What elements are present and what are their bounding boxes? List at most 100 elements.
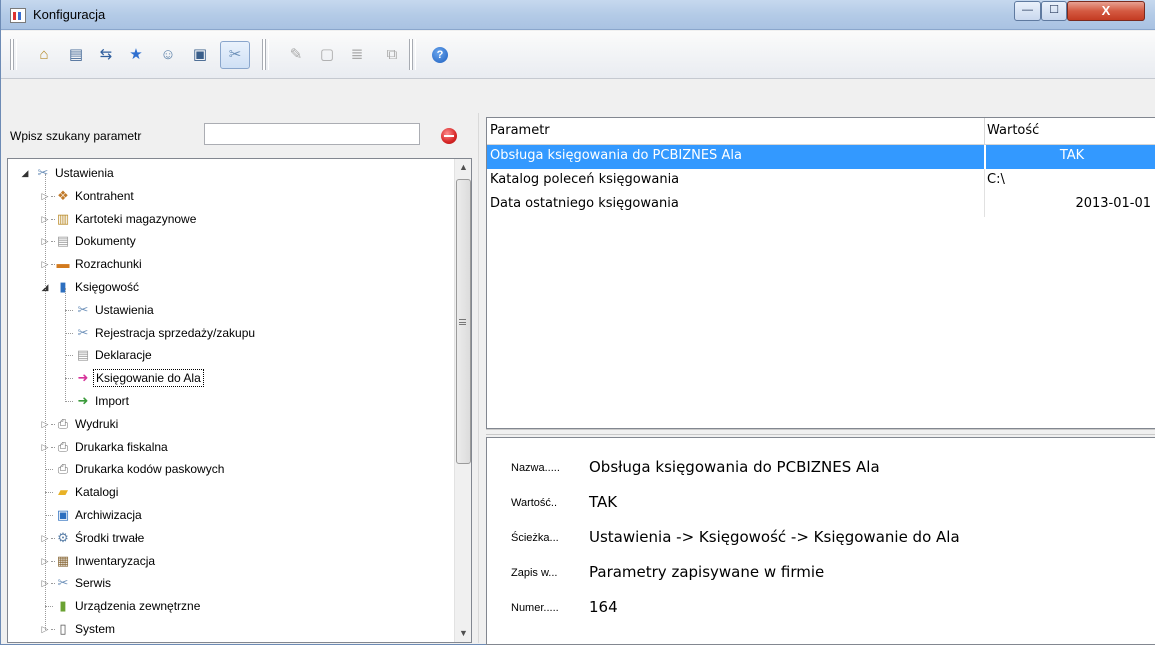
system-icon: ▯ bbox=[59, 620, 67, 636]
collapse-icon[interactable]: ◢ bbox=[19, 162, 31, 184]
transfer-icon[interactable]: ⇆ bbox=[95, 44, 117, 66]
tree-item[interactable]: ▷ ⎙ Drukarka fiskalna bbox=[8, 436, 454, 459]
tree-item[interactable]: ▷ ▯ System bbox=[8, 618, 454, 641]
edit-icon[interactable]: ✎ bbox=[285, 44, 307, 66]
tree-item[interactable]: ▷ ▬ Rozrachunki bbox=[8, 253, 454, 276]
app-icon bbox=[10, 8, 26, 23]
users-icon[interactable]: ☺ bbox=[157, 44, 179, 66]
detail-value: TAK bbox=[589, 493, 618, 511]
tree-item-label: Ustawienia bbox=[95, 302, 154, 317]
tree-item-label: System bbox=[75, 621, 116, 636]
toolbar-separator bbox=[265, 39, 269, 70]
tree-item[interactable]: ✂ Ustawienia bbox=[8, 299, 454, 322]
import-icon: ➜ bbox=[77, 392, 89, 408]
tree-item-label: Drukarka fiskalna bbox=[75, 439, 168, 454]
grid-row[interactable]: Obsługa księgowania do PCBIZNES Ala TAK bbox=[487, 145, 1155, 169]
tree-item-label: Środki trwałe bbox=[75, 530, 145, 545]
tools-icon[interactable]: ✂ bbox=[220, 41, 250, 69]
cell-separator bbox=[984, 169, 985, 193]
document-icon[interactable]: ▢ bbox=[316, 44, 338, 66]
search-input[interactable] bbox=[204, 123, 420, 145]
tree-item-label: Ustawienia bbox=[55, 166, 114, 180]
details-panel: Nazwa..... Obsługa księgowania do PCBIZNE… bbox=[486, 437, 1155, 645]
detail-value: 164 bbox=[589, 598, 618, 616]
tree-item[interactable]: ▷ ⚙ Środki trwałe bbox=[8, 527, 454, 550]
folder-icon: ▰ bbox=[58, 484, 68, 500]
window-title: Konfiguracja bbox=[33, 7, 106, 22]
tree-item[interactable]: ➜ Księgowanie do Ala bbox=[8, 367, 454, 390]
tree-item[interactable]: ▷ ✂ Serwis bbox=[8, 572, 454, 595]
server-icon[interactable]: ▣ bbox=[189, 44, 211, 66]
value-cell[interactable]: 2013-01-01 bbox=[987, 196, 1155, 211]
tree-item[interactable]: ▷ ▥ Kartoteki magazynowe bbox=[8, 208, 454, 231]
tree-item-label: Deklaracje bbox=[95, 348, 152, 363]
floppy-icon: ▣ bbox=[56, 506, 70, 522]
grid-row[interactable]: Katalog poleceń księgowania C:\ bbox=[487, 169, 1155, 193]
left-panel: Wpisz szukany parametr ◢ ✂ Ustawienia ▷ ❖ Kon… bbox=[5, 120, 474, 643]
help-icon[interactable]: ? bbox=[432, 47, 448, 63]
tree-item[interactable]: ▰ Katalogi bbox=[8, 481, 454, 504]
value-cell[interactable]: C:\ bbox=[987, 172, 1155, 187]
tree-item[interactable]: ⎙ Drukarka kodów paskowych bbox=[8, 458, 454, 481]
detail-key: Nazwa..... bbox=[511, 462, 560, 474]
tree-item-label: Księgowość bbox=[75, 279, 140, 294]
minimize-button[interactable]: — bbox=[1014, 1, 1041, 21]
home-icon[interactable]: ⌂ bbox=[33, 44, 55, 66]
tree-item-label: Archiwizacja bbox=[75, 507, 142, 522]
inventory-icon: ▦ bbox=[56, 552, 70, 568]
tree-connector bbox=[65, 332, 73, 334]
tree-item-label: Rejestracja sprzedaży/zakupu bbox=[95, 325, 256, 340]
horizontal-splitter[interactable] bbox=[486, 429, 1155, 435]
warehouse-icon: ▥ bbox=[56, 210, 70, 226]
tree-item[interactable]: ▮ Urządzenia zewnętrzne bbox=[8, 595, 454, 618]
tree-item-label: Kontrahent bbox=[75, 188, 134, 203]
scroll-down-icon[interactable]: ▼ bbox=[455, 625, 471, 642]
tree-item-label: Import bbox=[95, 393, 130, 408]
tree-item[interactable]: ▤ Deklaracje bbox=[8, 344, 454, 367]
tree-guide-line bbox=[45, 174, 46, 630]
close-button[interactable]: X bbox=[1067, 1, 1145, 21]
tree-connector bbox=[45, 492, 53, 494]
column-header-value[interactable]: Wartość bbox=[987, 123, 1039, 138]
search-label: Wpisz szukany parametr bbox=[10, 129, 142, 143]
toolbar: ⌂ ▤ ⇆ ★ ☺ ▣ ✂ ✎ ▢ ≣ ⧉ ? bbox=[1, 31, 1155, 79]
service-icon: ✂ bbox=[57, 575, 69, 591]
vertical-splitter[interactable] bbox=[478, 113, 486, 643]
tree-item[interactable]: ▷ ▦ Inwentaryzacja bbox=[8, 550, 454, 573]
database-icon[interactable]: ▤ bbox=[65, 44, 87, 66]
tree-item[interactable]: ➜ Import bbox=[8, 390, 454, 413]
tools-icon: ✂ bbox=[37, 165, 49, 180]
parameters-grid[interactable]: Parametr Wartość Obsługa księgowania do … bbox=[486, 117, 1155, 429]
scroll-up-icon[interactable]: ▲ bbox=[455, 159, 471, 176]
tree-item[interactable]: ✂ Rejestracja sprzedaży/zakupu bbox=[8, 322, 454, 345]
tree-item[interactable]: ▷ ▤ Dokumenty bbox=[8, 230, 454, 253]
title-bar[interactable]: Konfiguracja — ☐ X bbox=[1, 0, 1155, 30]
tree-item[interactable]: ▷ ⎙ Wydruki bbox=[8, 413, 454, 436]
tools-icon: ✂ bbox=[77, 301, 89, 317]
detail-key: Wartość.. bbox=[511, 497, 558, 509]
tree-connector bbox=[45, 469, 53, 471]
star-icon[interactable]: ★ bbox=[125, 44, 147, 66]
detail-value: Obsługa księgowania do PCBIZNES Ala bbox=[589, 458, 880, 476]
clipboard-icon[interactable]: ≣ bbox=[346, 44, 368, 66]
column-separator[interactable] bbox=[984, 118, 985, 145]
device-icon: ▮ bbox=[59, 598, 67, 614]
detail-row: Wartość.. TAK bbox=[487, 492, 1155, 514]
tree-guide-line bbox=[65, 288, 66, 402]
tree-item[interactable]: ◢ ✂ Ustawienia bbox=[8, 162, 454, 185]
tree-item-label: Wydruki bbox=[75, 416, 119, 431]
value-cell[interactable]: TAK bbox=[987, 148, 1155, 163]
tree-scrollbar[interactable]: ▲ ▼ bbox=[454, 159, 471, 642]
clear-search-icon[interactable] bbox=[441, 128, 457, 144]
settings-tree[interactable]: ◢ ✂ Ustawienia ▷ ❖ Kontrahent ▷ ▥ Kartoteki maga… bbox=[7, 158, 472, 643]
tree-item[interactable]: ◢ ▮ Księgowość bbox=[8, 276, 454, 299]
tree-item-label: Katalogi bbox=[75, 485, 119, 500]
column-header-parameter[interactable]: Parametr bbox=[490, 123, 550, 138]
tree-item[interactable]: ▣ Archiwizacja bbox=[8, 504, 454, 527]
maximize-button[interactable]: ☐ bbox=[1041, 1, 1067, 21]
tree-item-label: Rozrachunki bbox=[75, 257, 142, 272]
tree-item[interactable]: ▷ ❖ Kontrahent bbox=[8, 185, 454, 208]
grid-row[interactable]: Data ostatniego księgowania 2013-01-01 bbox=[487, 193, 1155, 217]
copy-icon[interactable]: ⧉ bbox=[381, 44, 403, 66]
tree-content: ◢ ✂ Ustawienia ▷ ❖ Kontrahent ▷ ▥ Kartoteki maga… bbox=[8, 162, 454, 641]
